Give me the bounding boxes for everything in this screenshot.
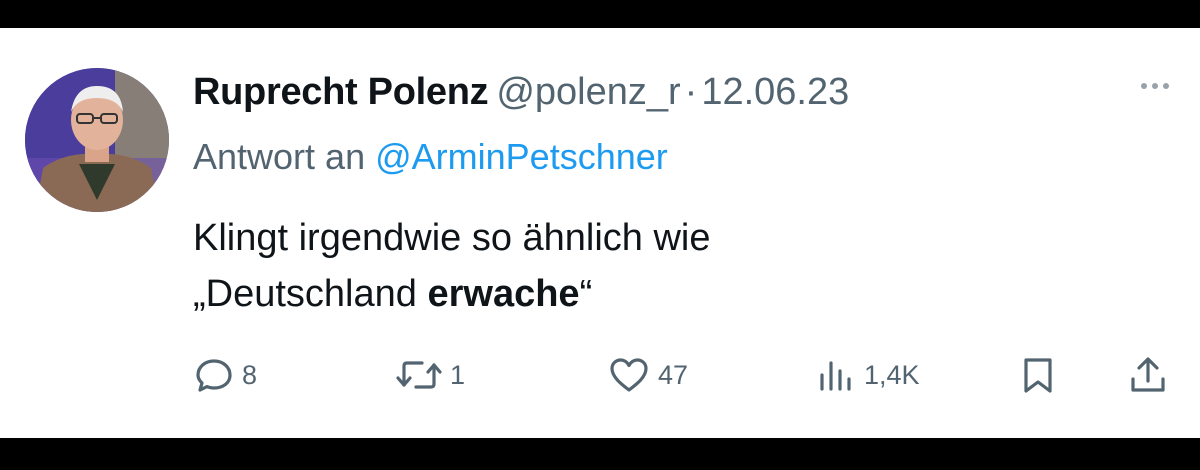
tweet-body-line-2: „Deutschland erwache“ <box>193 266 711 322</box>
like-button[interactable]: 47 <box>608 350 688 400</box>
tweet-date[interactable]: 12.06.23 <box>701 71 849 113</box>
author-handle[interactable]: @polenz_r <box>496 71 680 113</box>
repost-count: 1 <box>450 359 466 390</box>
repost-icon <box>396 361 442 389</box>
author-name[interactable]: Ruprecht Polenz <box>193 71 489 113</box>
close-quote: “ <box>579 273 593 315</box>
body-bold-text: erwache <box>427 273 580 315</box>
tweet-card: Ruprecht Polenz @polenz_r · 12.06.23 Antwor… <box>0 28 1200 438</box>
tweet-header: Ruprecht Polenz @polenz_r · 12.06.23 <box>193 66 849 118</box>
tweet-body-line-1: Klingt irgendwie so ähnlich wie <box>193 217 711 259</box>
open-quote: „ <box>193 273 206 315</box>
bookmark-icon <box>1024 358 1052 393</box>
reply-context: Antwort an @ArminPetschner <box>193 132 668 182</box>
avatar[interactable] <box>25 68 169 212</box>
tweet-body: Klingt irgendwie so ähnlich wie „Deutsch… <box>193 210 711 322</box>
views-icon <box>820 361 851 391</box>
more-dots-icon <box>1141 83 1169 89</box>
like-count: 47 <box>658 359 689 390</box>
share-icon <box>1131 357 1165 392</box>
action-bar: 8 1 47 1,4K <box>0 350 1200 400</box>
reply-prefix: Antwort an <box>193 136 366 177</box>
repost-button[interactable]: 1 <box>396 350 465 400</box>
share-button[interactable] <box>1128 350 1168 400</box>
reply-icon <box>196 359 232 392</box>
header-separator: · <box>684 71 698 113</box>
reply-count: 8 <box>242 359 258 390</box>
more-options-button[interactable] <box>1140 78 1170 94</box>
bookmark-button[interactable] <box>1020 350 1056 400</box>
reply-mention-link[interactable]: @ArminPetschner <box>375 136 668 177</box>
reply-button[interactable]: 8 <box>194 350 257 400</box>
heart-icon <box>610 358 648 392</box>
views-button[interactable]: 1,4K <box>816 350 920 400</box>
avatar-portrait-icon <box>25 68 169 212</box>
views-count: 1,4K <box>864 359 920 390</box>
body-normal-text: Deutschland <box>205 273 428 315</box>
